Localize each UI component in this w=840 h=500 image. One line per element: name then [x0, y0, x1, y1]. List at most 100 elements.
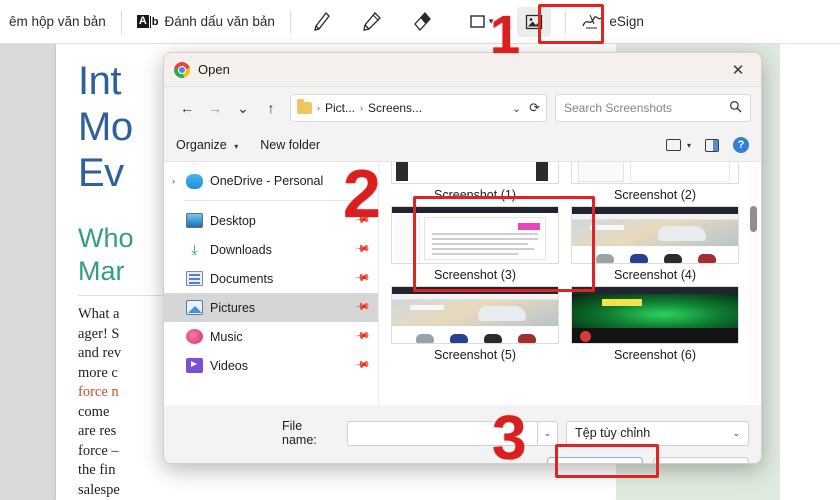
pin-icon: 📌 [353, 299, 371, 316]
sidebar-item-downloads[interactable]: ⤓ Downloads 📌 [164, 235, 378, 264]
pictures-icon [186, 300, 203, 315]
forward-button[interactable]: → [202, 95, 228, 121]
open-button[interactable]: Open [547, 457, 643, 463]
file-thumbnail [391, 162, 559, 184]
sidebar-item-documents[interactable]: Documents 📌 [164, 264, 378, 293]
list-item[interactable]: Screenshot (6) [569, 286, 741, 366]
expander-icon[interactable]: › [172, 176, 186, 186]
esign-button[interactable]: eSign [572, 7, 653, 37]
file-type-select[interactable]: Tệp tùy chỉnh ⌄ [566, 420, 749, 446]
address-bar[interactable]: › Pict... › Screens... ⌄ ⟳ [290, 94, 547, 122]
image-icon-glyph [526, 14, 543, 29]
pin-icon: 📌 [353, 357, 371, 374]
title-line-1: Int [78, 59, 121, 103]
refresh-icon[interactable]: ⟳ [529, 100, 540, 116]
list-item[interactable]: Screenshot (2) [569, 162, 741, 206]
file-grid: Screenshot (1) Screenshot (2) Screenshot… [389, 162, 741, 366]
sidebar-divider [184, 200, 368, 201]
breadcrumb-pictures[interactable]: Pict... [325, 101, 355, 115]
dialog-body: › OneDrive - Personal Desktop 📌 ⤓ Downlo… [164, 161, 761, 405]
dialog-title: Open [198, 62, 230, 77]
open-file-dialog: Open ✕ ← → ⌄ ↑ › Pict... › Screens... ⌄ … [163, 52, 762, 464]
document-outer-margin [780, 44, 840, 500]
chevron-down-icon: ⌄ [732, 427, 740, 438]
breadcrumb-separator: › [317, 103, 320, 113]
up-one-level-button[interactable]: ↑ [258, 95, 284, 121]
list-item[interactable]: Screenshot (5) [389, 286, 561, 366]
file-thumbnail [571, 162, 739, 184]
subtitle-line-2: Mar [78, 256, 125, 286]
image-icon[interactable] [517, 6, 552, 37]
chrome-icon [174, 61, 190, 78]
pen-icon-glyph [313, 11, 330, 31]
screenshot-root: Int Mo Ev Who Mar What a ager! S and rev… [0, 0, 840, 500]
thumbnail-art [392, 207, 558, 263]
back-button[interactable]: ← [174, 95, 200, 121]
view-dropdown-caret[interactable]: ▾ [687, 141, 691, 150]
eraser-icon[interactable] [405, 7, 439, 37]
search-icon-glyph [730, 101, 742, 113]
file-name-label-text: File name: [282, 419, 317, 447]
file-type-value: Tệp tùy chỉnh [575, 426, 651, 440]
scrollbar-thumb[interactable] [750, 206, 757, 232]
sidebar-item-label: Pictures [210, 300, 256, 315]
breadcrumb-separator: › [360, 103, 364, 113]
file-thumbnail [571, 206, 739, 264]
music-icon [186, 329, 203, 344]
sidebar-item-videos[interactable]: Videos 📌 [164, 351, 378, 380]
pen-icon[interactable] [305, 7, 339, 37]
downloads-icon: ⤓ [191, 241, 198, 257]
toolbar-text-box-button[interactable]: êm hộp văn bản [0, 7, 115, 37]
file-thumbnail [571, 286, 739, 344]
highlight-icon-a: A [136, 15, 149, 28]
thumbnail-art [572, 162, 738, 183]
thumbnail-art [392, 162, 558, 183]
highlighter-icon[interactable] [355, 7, 389, 37]
search-input[interactable]: Search Screenshots [555, 94, 751, 122]
toolbar-separator [565, 9, 567, 34]
videos-icon [186, 358, 203, 373]
toolbar-highlight-text-button[interactable]: A b Đánh dấu văn bản [128, 7, 284, 37]
sidebar-item-pictures[interactable]: Pictures 📌 [164, 293, 378, 322]
organize-button[interactable]: Organize ▾ [176, 138, 238, 152]
toolbar-separator [120, 9, 122, 34]
file-thumbnail [391, 206, 559, 264]
list-item[interactable]: Screenshot (3) [389, 206, 561, 286]
file-list-scrollbar[interactable] [749, 164, 758, 403]
close-icon[interactable]: ✕ [721, 57, 755, 83]
chevron-down-icon[interactable]: ⌄ [512, 102, 521, 115]
file-name-label: Screenshot (2) [614, 188, 696, 202]
toolbar-separator [289, 9, 291, 34]
dialog-title-bar: Open ✕ [164, 53, 761, 87]
dialog-navigation-bar: ← → ⌄ ↑ › Pict... › Screens... ⌄ ⟳ Searc… [164, 87, 761, 129]
signature-icon [582, 14, 602, 28]
new-folder-button[interactable]: New folder [260, 138, 320, 152]
file-name-label: Screenshot (1) [434, 188, 516, 202]
preview-pane-icon[interactable] [705, 138, 719, 152]
title-line-3: Ev [78, 151, 124, 195]
list-item[interactable]: Screenshot (1) [389, 162, 561, 206]
file-name-label: Screenshot (5) [434, 348, 516, 362]
app-toolbar: êm hộp văn bản A b Đánh dấu văn bản ▾ eS… [0, 0, 840, 44]
view-icon[interactable] [665, 139, 681, 151]
eraser-icon-glyph [413, 11, 431, 31]
sidebar-item-label: Desktop [210, 213, 256, 228]
cancel-button[interactable]: Cancel [653, 457, 749, 463]
sidebar-item-label: Documents [210, 271, 274, 286]
sidebar-item-music[interactable]: Music 📌 [164, 322, 378, 351]
toolbar-highlight-label: Đánh dấu văn bản [164, 14, 275, 29]
title-line-2: Mo [78, 105, 133, 149]
file-name-label: Screenshot (4) [614, 268, 696, 282]
help-icon[interactable]: ? [733, 137, 749, 153]
file-name-dropdown-caret[interactable]: ⌄ [536, 420, 559, 446]
highlight-icon-bar [149, 15, 151, 28]
file-thumbnail [391, 286, 559, 344]
list-item[interactable]: Screenshot (4) [569, 206, 741, 286]
file-list[interactable]: Screenshot (1) Screenshot (2) Screenshot… [379, 162, 761, 405]
subtitle-line-1: Who [78, 223, 134, 253]
sidebar-item-label: OneDrive - Personal [210, 173, 324, 188]
recent-locations-button[interactable]: ⌄ [230, 95, 256, 121]
file-name-label: Screenshot (3) [434, 268, 516, 282]
breadcrumb-screenshots[interactable]: Screens... [368, 101, 422, 115]
sidebar-item-label: Downloads [210, 242, 272, 257]
